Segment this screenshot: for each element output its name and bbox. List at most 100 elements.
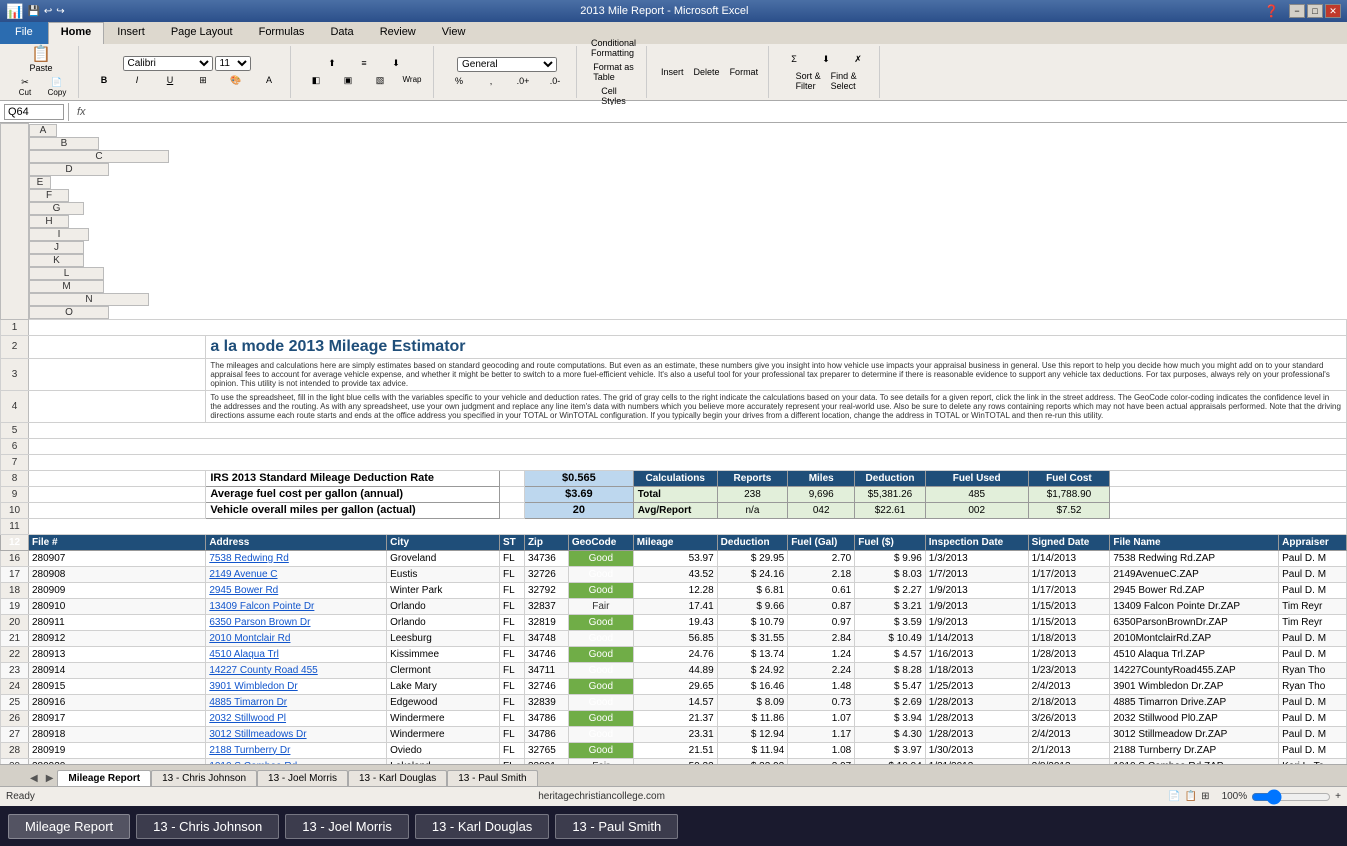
bold-button[interactable]: B	[89, 73, 119, 88]
col-header-file: File #	[29, 534, 206, 550]
tab-file[interactable]: File	[0, 22, 48, 44]
cells-group: Insert Delete Format	[651, 46, 769, 98]
table-row: 17 280908 2149 Avenue C Eustis FL 32726 …	[1, 566, 1347, 582]
address-link[interactable]: 3901 Wimbledon Dr	[209, 681, 297, 692]
sheet-nav-left[interactable]: ◀	[26, 773, 42, 784]
cell-reference-input[interactable]: Q64	[4, 104, 64, 120]
address-link[interactable]: 6350 Parson Brown Dr	[209, 617, 310, 628]
tab-page-layout[interactable]: Page Layout	[158, 22, 246, 44]
font-family-select[interactable]: Calibri	[123, 56, 213, 71]
align-bottom-button[interactable]: ⬇	[381, 56, 411, 71]
fill-color-button[interactable]: 🎨	[221, 73, 251, 88]
copy-button[interactable]: 📄Copy	[42, 75, 72, 99]
wrap-text-button[interactable]: Wrap	[397, 73, 427, 88]
summary-total-fuel-cost: $1,788.90	[1028, 486, 1110, 502]
find-select-button[interactable]: Find &Select	[827, 69, 861, 93]
address-link[interactable]: 7538 Redwing Rd	[209, 553, 289, 564]
window-title: 2013 Mile Report - Microsoft Excel	[65, 5, 1264, 17]
tab-formulas[interactable]: Formulas	[246, 22, 318, 44]
summary-avg-miles: 042	[788, 502, 855, 518]
font-size-select[interactable]: 11	[215, 56, 251, 71]
italic-button[interactable]: I	[122, 73, 152, 88]
clear-button[interactable]: ✗	[843, 52, 873, 67]
sheet-tabs: ◀ ▶ Mileage Report 13 - Chris Johnson 13…	[0, 764, 1347, 786]
align-right-button[interactable]: ▧	[365, 73, 395, 88]
font-color-button[interactable]: A	[254, 73, 284, 88]
taskbar-joel-morris[interactable]: 13 - Joel Morris	[285, 814, 409, 839]
clipboard-group: 📋Paste ✂Cut 📄Copy	[4, 46, 79, 98]
tab-insert[interactable]: Insert	[104, 22, 158, 44]
editing-group: Σ ⬇ ✗ Sort &Filter Find &Select	[773, 46, 880, 98]
col-D: D	[29, 163, 109, 176]
align-middle-button[interactable]: ≡	[349, 56, 379, 71]
formula-input[interactable]	[94, 105, 1343, 119]
align-top-button[interactable]: ⬆	[317, 56, 347, 71]
border-button[interactable]: ⊞	[188, 73, 218, 88]
maximize-button[interactable]: □	[1307, 4, 1323, 18]
col-K: K	[29, 254, 84, 267]
col-header-address: Address	[206, 534, 387, 550]
address-link[interactable]: 2188 Turnberry Dr	[209, 745, 290, 756]
col-header-geocode: GeoCode	[568, 534, 633, 550]
sheet-tab-karl-douglas[interactable]: 13 - Karl Douglas	[348, 770, 447, 786]
summary-avg-deduction: $22.61	[855, 502, 926, 518]
address-link[interactable]: 2149 Avenue C	[209, 569, 277, 580]
tab-data[interactable]: Data	[317, 22, 366, 44]
minimize-button[interactable]: −	[1289, 4, 1305, 18]
percent-button[interactable]: %	[444, 74, 474, 88]
grid-container[interactable]: A B C D E F G H I J K L M N O	[0, 123, 1347, 764]
address-link[interactable]: 3012 Stillmeadows Dr	[209, 729, 306, 740]
view-layout-icon[interactable]: 📋	[1185, 791, 1197, 802]
styles-group: ConditionalFormatting Format asTable Cel…	[581, 46, 647, 98]
fuel-cost-label: Average fuel cost per gallon (annual)	[206, 486, 500, 502]
tab-view[interactable]: View	[429, 22, 479, 44]
view-normal-icon[interactable]: 📄	[1168, 791, 1180, 802]
address-link[interactable]: 4885 Timarron Dr	[209, 697, 287, 708]
address-link[interactable]: 2010 Montclair Rd	[209, 633, 290, 644]
spreadsheet-area: A B C D E F G H I J K L M N O	[0, 123, 1347, 806]
insert-cells-button[interactable]: Insert	[657, 65, 688, 79]
address-link[interactable]: 13409 Falcon Pointe Dr	[209, 601, 314, 612]
grid-area: A B C D E F G H I J K L M N O	[0, 123, 1347, 764]
comma-button[interactable]: ,	[476, 74, 506, 88]
taskbar-karl-douglas[interactable]: 13 - Karl Douglas	[415, 814, 549, 839]
autosum-button[interactable]: Σ	[779, 52, 809, 67]
zoom-slider[interactable]	[1251, 789, 1331, 805]
format-cells-button[interactable]: Format	[726, 65, 763, 79]
close-button[interactable]: ✕	[1325, 4, 1341, 18]
fill-button[interactable]: ⬇	[811, 52, 841, 67]
address-link[interactable]: 4510 Alaqua Trl	[209, 649, 279, 660]
tab-home[interactable]: Home	[48, 22, 105, 44]
number-format-select[interactable]: General	[457, 57, 557, 72]
underline-button[interactable]: U	[155, 73, 185, 88]
address-link[interactable]: 2945 Bower Rd	[209, 585, 278, 596]
row-1: 1	[1, 319, 1347, 335]
spreadsheet-table: A B C D E F G H I J K L M N O	[0, 123, 1347, 764]
cut-button[interactable]: ✂Cut	[10, 75, 40, 99]
table-row: 22 280913 4510 Alaqua Trl Kissimmee FL 3…	[1, 646, 1347, 662]
sheet-tab-joel-morris[interactable]: 13 - Joel Morris	[257, 770, 348, 786]
decrease-decimal-button[interactable]: .0-	[540, 74, 570, 88]
sort-filter-button[interactable]: Sort &Filter	[792, 69, 825, 93]
zoom-in-icon[interactable]: +	[1335, 791, 1341, 802]
increase-decimal-button[interactable]: .0+	[508, 74, 538, 88]
tab-review[interactable]: Review	[367, 22, 429, 44]
col-J: J	[29, 241, 84, 254]
sheet-nav-right[interactable]: ▶	[42, 773, 58, 784]
sheet-tab-chris-johnson[interactable]: 13 - Chris Johnson	[151, 770, 257, 786]
taskbar-mileage-report[interactable]: Mileage Report	[8, 814, 130, 839]
col-header-file-name: File Name	[1110, 534, 1279, 550]
view-break-icon[interactable]: ⊞	[1201, 791, 1209, 802]
sheet-tab-mileage-report[interactable]: Mileage Report	[57, 770, 151, 786]
address-link[interactable]: 14227 County Road 455	[209, 665, 317, 676]
conditional-format-button[interactable]: ConditionalFormatting	[587, 36, 640, 60]
align-left-button[interactable]: ◧	[301, 73, 331, 88]
paste-button[interactable]: 📋Paste	[25, 45, 56, 75]
taskbar-chris-johnson[interactable]: 13 - Chris Johnson	[136, 814, 279, 839]
taskbar-paul-smith[interactable]: 13 - Paul Smith	[555, 814, 678, 839]
format-table-button[interactable]: Format asTable	[589, 60, 638, 84]
address-link[interactable]: 2032 Stillwood Pl	[209, 713, 286, 724]
delete-cells-button[interactable]: Delete	[690, 65, 724, 79]
align-center-button[interactable]: ▣	[333, 73, 363, 88]
sheet-tab-paul-smith[interactable]: 13 - Paul Smith	[447, 770, 537, 786]
